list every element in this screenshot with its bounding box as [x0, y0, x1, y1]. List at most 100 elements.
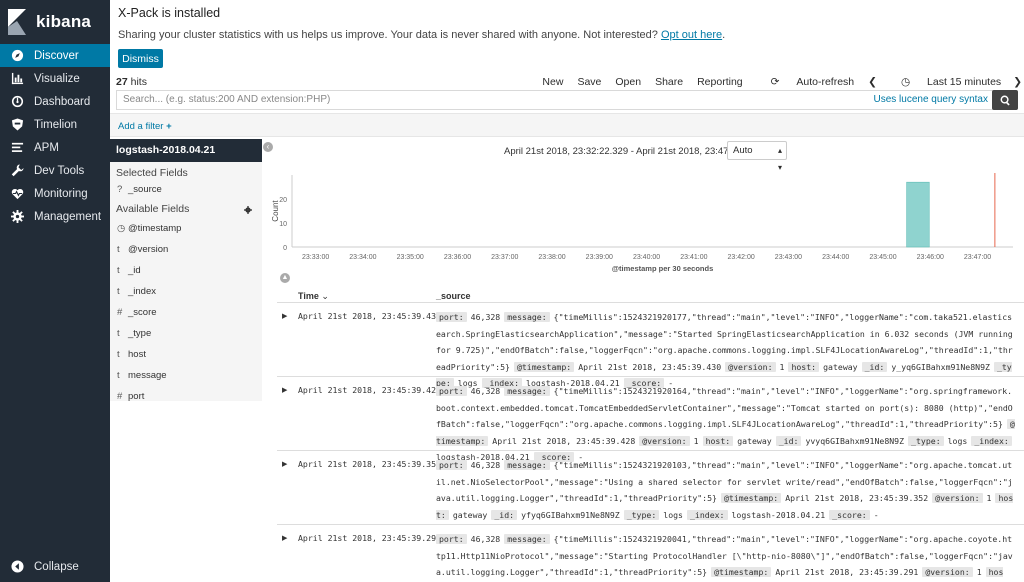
search-input[interactable]: Search... (e.g. status:200 AND extension…: [116, 90, 994, 110]
opt-out-link[interactable]: Opt out here: [661, 29, 722, 41]
source-key: @timestamp:: [711, 567, 772, 577]
sidebar-item-apm[interactable]: APM: [0, 136, 110, 159]
source-key: @version:: [932, 493, 983, 503]
x-tick-label: 23:44:00: [822, 254, 849, 261]
collapse-sidebar-icon[interactable]: ‹: [263, 142, 273, 152]
selected-fields-title: Selected Fields: [116, 167, 188, 179]
hits-label: hits: [130, 76, 147, 88]
field-type-icon: t: [117, 244, 120, 255]
source-value-host: gateway: [823, 361, 858, 372]
sidebar-item-label: APM: [34, 141, 59, 154]
index-pattern-selector[interactable]: logstash-2018.04.21: [110, 139, 262, 162]
source-value-port: 46,328: [470, 386, 501, 396]
available-field-list: ◷ @timestamp t @version t _id t _index # _score t _…: [110, 218, 262, 407]
table-row[interactable]: ▶ April 21st 2018, 23:45:39.430 port: 46,…: [277, 303, 1024, 388]
field-name: _source: [128, 184, 162, 195]
x-tick-label: 23:43:00: [775, 254, 802, 261]
field-item[interactable]: t _index: [110, 281, 262, 302]
xpack-banner: X-Pack is installed Sharing your cluster…: [118, 6, 1018, 68]
row-time: April 21st 2018, 23:45:39.430: [298, 311, 441, 321]
reporting-button[interactable]: Reporting: [697, 76, 743, 88]
row-time: April 21st 2018, 23:45:39.352: [298, 459, 441, 469]
field-item[interactable]: t _id: [110, 260, 262, 281]
field-item[interactable]: t host: [110, 344, 262, 365]
table-row[interactable]: ▶ April 21st 2018, 23:45:39.352 port: 46,…: [277, 451, 1024, 525]
x-tick-label: 23:41:00: [680, 254, 707, 261]
collapse-chart-icon[interactable]: ▲: [280, 273, 290, 283]
field-list-panel: logstash-2018.04.21 Selected Fields ? _so…: [110, 139, 262, 402]
source-key: @version:: [639, 435, 690, 446]
field-name: @timestamp: [128, 223, 182, 234]
field-item[interactable]: t _type: [110, 323, 262, 344]
x-tick-label: 23:47:00: [964, 254, 991, 261]
sidebar-item-label: Dev Tools: [34, 164, 85, 177]
sidebar-item-timelion[interactable]: Timelion: [0, 113, 110, 136]
time-picker-button[interactable]: ◷ Last 15 minutes: [887, 76, 1001, 88]
open-button[interactable]: Open: [615, 76, 641, 88]
sidebar-item-monitoring[interactable]: Monitoring: [0, 182, 110, 205]
search-button[interactable]: [992, 90, 1018, 110]
dismiss-button[interactable]: Dismiss: [118, 49, 163, 68]
source-value-port: 46,328: [470, 534, 501, 544]
sidebar-item-label: Timelion: [34, 118, 78, 131]
field-item[interactable]: # _score: [110, 302, 262, 323]
new-button[interactable]: New: [542, 76, 563, 88]
banner-period: .: [722, 29, 726, 41]
sidebar-item-dev-tools[interactable]: Dev Tools: [0, 159, 110, 182]
source-value-version: 1: [693, 435, 699, 446]
expand-row-icon[interactable]: ▶: [282, 386, 287, 394]
table-body: ▶ April 21st 2018, 23:45:39.430 port: 46,…: [277, 303, 1024, 582]
add-filter-link[interactable]: Add a filter +: [118, 121, 172, 132]
kibana-logo[interactable]: kibana: [0, 0, 110, 44]
source-value-type: logs: [663, 509, 683, 520]
field-type-icon: t: [117, 265, 120, 276]
source-key: host:: [702, 435, 734, 446]
field-item[interactable]: t @version: [110, 239, 262, 260]
field-name: _index: [128, 286, 156, 297]
banner-title: X-Pack is installed: [118, 6, 221, 20]
x-tick-label: 23:42:00: [728, 254, 755, 261]
time-forward-button[interactable]: ❯: [1013, 76, 1022, 88]
expand-row-icon[interactable]: ▶: [282, 312, 287, 320]
field-item[interactable]: ◷ @timestamp: [110, 218, 262, 239]
field-item[interactable]: ? _source: [110, 182, 262, 198]
compass-icon: [10, 49, 24, 63]
source-value-index: logstash-2018.04.21: [731, 509, 826, 520]
time-back-button[interactable]: ❮: [868, 76, 877, 88]
save-button[interactable]: Save: [577, 76, 601, 88]
field-name: _type: [128, 328, 152, 339]
expand-row-icon[interactable]: ▶: [282, 460, 287, 468]
x-tick-label: 23:46:00: [917, 254, 944, 261]
field-name: message: [128, 370, 167, 381]
interval-select[interactable]: Auto ▴ ▾: [727, 141, 787, 172]
sidebar-item-label: Management: [34, 210, 102, 223]
x-tick-label: 23:38:00: [538, 254, 565, 261]
source-key: port:: [436, 312, 467, 322]
field-item[interactable]: # port: [110, 386, 262, 407]
source-value-id: yvyq6GIBahxm91Ne8N9Z: [805, 435, 905, 446]
sidebar-item-visualize[interactable]: Visualize: [0, 67, 110, 90]
source-key: _id:: [491, 509, 518, 520]
source-column-header: _source: [436, 291, 471, 301]
field-item[interactable]: t message: [110, 365, 262, 386]
sidebar-item-label: Visualize: [34, 72, 80, 85]
gear-icon[interactable]: [244, 205, 252, 217]
expand-row-icon[interactable]: ▶: [282, 534, 287, 542]
table-row[interactable]: ▶ April 21st 2018, 23:45:39.291 port: 46,…: [277, 525, 1024, 582]
collapse-label: Collapse: [34, 560, 79, 573]
sidebar-item-discover[interactable]: Discover: [0, 44, 110, 67]
sidebar-item-management[interactable]: Management: [0, 205, 110, 228]
sidebar-item-dashboard[interactable]: Dashboard: [0, 90, 110, 113]
time-column-header[interactable]: Time ⌄: [298, 291, 329, 302]
lucene-syntax-link[interactable]: Uses lucene query syntax: [873, 94, 988, 105]
list-icon: [10, 141, 24, 155]
table-row[interactable]: ▶ April 21st 2018, 23:45:39.428 port: 46,…: [277, 377, 1024, 462]
sidebar-item-label: Discover: [34, 49, 79, 62]
auto-refresh-button[interactable]: ⟳ Auto-refresh: [757, 76, 855, 88]
source-key: message:: [504, 534, 550, 544]
source-value-host: gateway: [452, 509, 488, 520]
collapse-button[interactable]: Collapse: [0, 555, 110, 578]
arrow-left-circle-icon: [10, 560, 24, 574]
top-menu: New Save Open Share Reporting ⟳ Auto-ref…: [528, 76, 1024, 88]
share-button[interactable]: Share: [655, 76, 683, 88]
